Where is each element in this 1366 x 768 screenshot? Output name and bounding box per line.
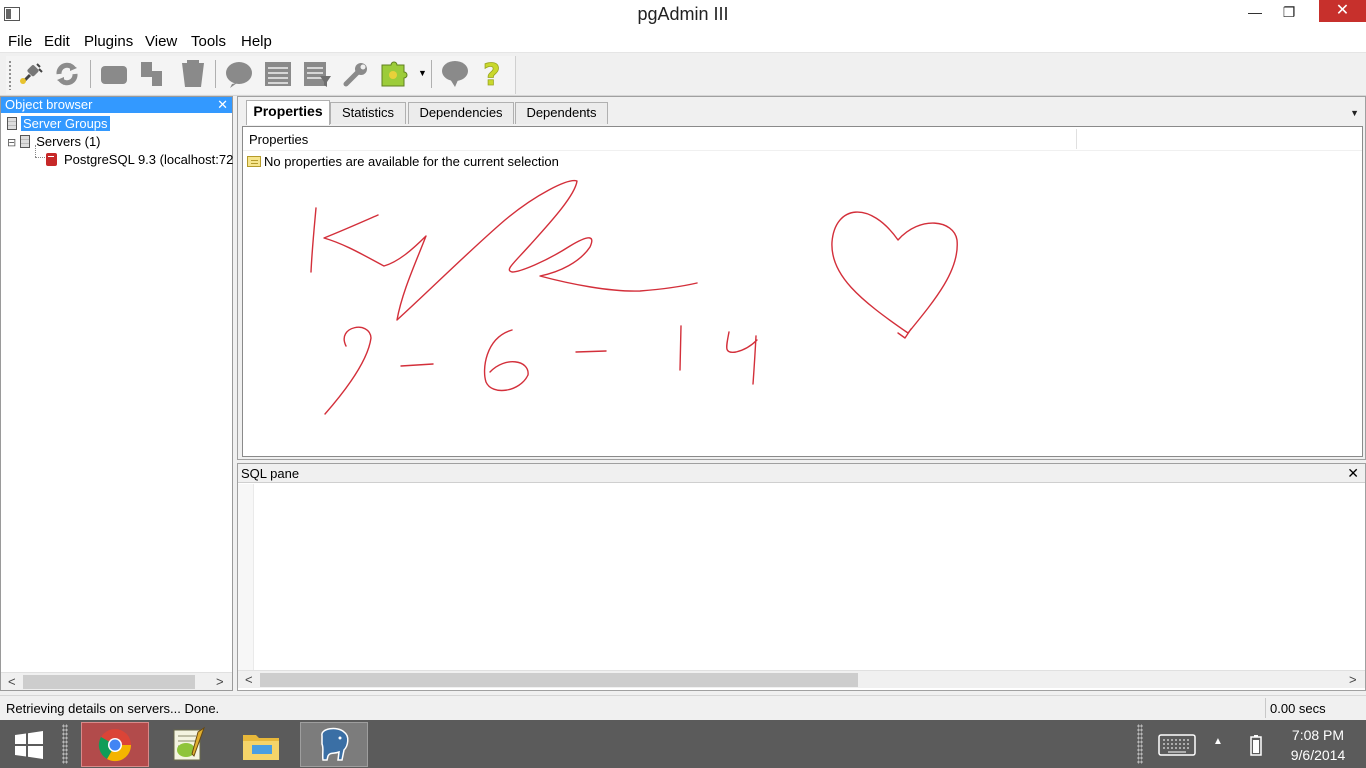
clock-time[interactable]: 7:08 PM [1283,727,1353,743]
toolbar-separator [90,60,91,88]
properties-list: Properties No properties are available f… [242,126,1363,457]
windows-start-icon[interactable] [0,722,58,767]
notepad-plus-icon[interactable] [154,722,222,767]
taskbar: ▲ 7:08 PM 9/6/2014 [0,720,1366,768]
taskbar-grip[interactable] [62,724,68,764]
object-browser-close-button[interactable]: ✕ [217,97,228,113]
sql-icon[interactable] [223,58,255,90]
tree-connector [35,145,36,157]
sql-pane-hscrollbar[interactable]: < > [238,670,1365,688]
tab-statistics[interactable]: Statistics [330,102,406,124]
toolbar-separator [431,60,432,88]
view-filtered-data-icon[interactable] [301,58,333,90]
properties-empty-message: No properties are available for the curr… [247,154,559,169]
object-browser-title: Object browser [5,97,93,112]
menu-plugins[interactable]: Plugins [84,33,133,50]
refresh-icon[interactable] [51,58,83,90]
tree-item-postgresql-server[interactable]: PostgreSQL 9.3 (localhost:72 [46,152,235,167]
tree-item-label: Servers (1) [36,134,101,149]
toolbar-grip[interactable] [8,60,12,90]
view-data-icon[interactable] [262,58,294,90]
svg-text:?: ? [483,58,500,90]
plugins-icon[interactable] [378,58,410,90]
menu-file[interactable]: File [8,33,32,50]
menu-bar: File Edit Plugins View Tools Help [0,30,1366,53]
column-divider[interactable] [1076,129,1077,149]
status-message: Retrieving details on servers... Done. [6,701,220,716]
properties-message-text: No properties are available for the curr… [264,154,559,169]
sql-line-gutter [238,484,254,670]
toolbar: ▼ ? [0,54,1366,96]
tree-expander-icon[interactable]: ⊟ [7,137,16,149]
tray-expand-arrow[interactable]: ▲ [1213,736,1223,747]
menu-edit[interactable]: Edit [44,33,70,50]
tab-properties[interactable]: Properties [246,100,330,125]
tree-item-label: Server Groups [21,116,110,131]
menu-view[interactable]: View [145,33,177,50]
scroll-thumb[interactable] [260,673,858,687]
pgadmin-elephant-icon[interactable] [300,722,368,767]
tab-list-dropdown[interactable]: ▼ [1350,108,1359,118]
maximize-button[interactable]: ❐ [1266,0,1312,25]
status-timing: 0.00 secs [1270,701,1326,716]
hint-icon[interactable] [439,58,471,90]
battery-icon[interactable] [1250,734,1262,759]
sql-pane: SQL pane ✕ < > [237,463,1366,691]
details-panel: Properties Statistics Dependencies Depen… [237,96,1366,460]
title-bar: pgAdmin III — ❐ ✕ [0,0,1366,30]
scroll-left-arrow[interactable]: < [245,672,253,687]
properties-column-header[interactable]: Properties [243,127,1362,151]
menu-help[interactable]: Help [241,33,272,50]
drop-object-icon[interactable] [177,58,209,90]
connect-icon[interactable] [14,58,46,90]
window-title: pgAdmin III [637,4,729,24]
toolbar-separator [215,60,216,88]
info-list-icon [247,156,261,167]
tree-item-label: PostgreSQL 9.3 (localhost:72 [64,152,234,167]
tree-connector [35,157,45,158]
sql-pane-title: SQL pane [241,466,300,481]
scroll-right-arrow[interactable]: > [1349,672,1357,687]
file-explorer-icon[interactable] [227,722,295,767]
tree-item-servers[interactable]: ⊟ Servers (1) [7,134,103,149]
menu-tools[interactable]: Tools [191,33,226,50]
servers-icon [20,135,31,148]
server-group-icon [7,117,17,130]
plugins-dropdown-arrow[interactable]: ▼ [418,68,427,78]
object-browser-panel: Object browser ✕ Server Groups ⊟ Servers … [0,96,233,691]
scroll-thumb[interactable] [23,675,195,689]
create-object-icon[interactable] [137,58,169,90]
object-browser-header: Object browser ✕ [1,97,232,113]
object-browser-hscrollbar[interactable]: < > [1,672,232,690]
chrome-icon[interactable] [81,722,149,767]
maintenance-icon[interactable] [340,58,372,90]
sql-pane-close-button[interactable]: ✕ [1347,464,1359,483]
close-button[interactable]: ✕ [1319,0,1366,22]
sql-editor[interactable] [256,486,1363,668]
scroll-left-arrow[interactable]: < [8,674,16,689]
properties-icon[interactable] [98,58,130,90]
scroll-right-arrow[interactable]: > [216,674,224,689]
status-divider [1265,698,1266,718]
tab-dependents[interactable]: Dependents [515,102,608,124]
properties-column-label: Properties [249,132,309,147]
touch-keyboard-icon[interactable] [1158,734,1196,759]
clock-date[interactable]: 9/6/2014 [1283,747,1353,763]
tab-dependencies[interactable]: Dependencies [408,102,514,124]
status-bar: Retrieving details on servers... Done. 0… [0,695,1366,720]
taskbar-grip[interactable] [1137,724,1143,764]
help-icon[interactable]: ? [478,58,510,90]
tree-item-server-groups[interactable]: Server Groups [7,116,110,131]
sql-pane-header: SQL pane ✕ [238,464,1365,483]
postgresql-server-icon [46,153,57,166]
